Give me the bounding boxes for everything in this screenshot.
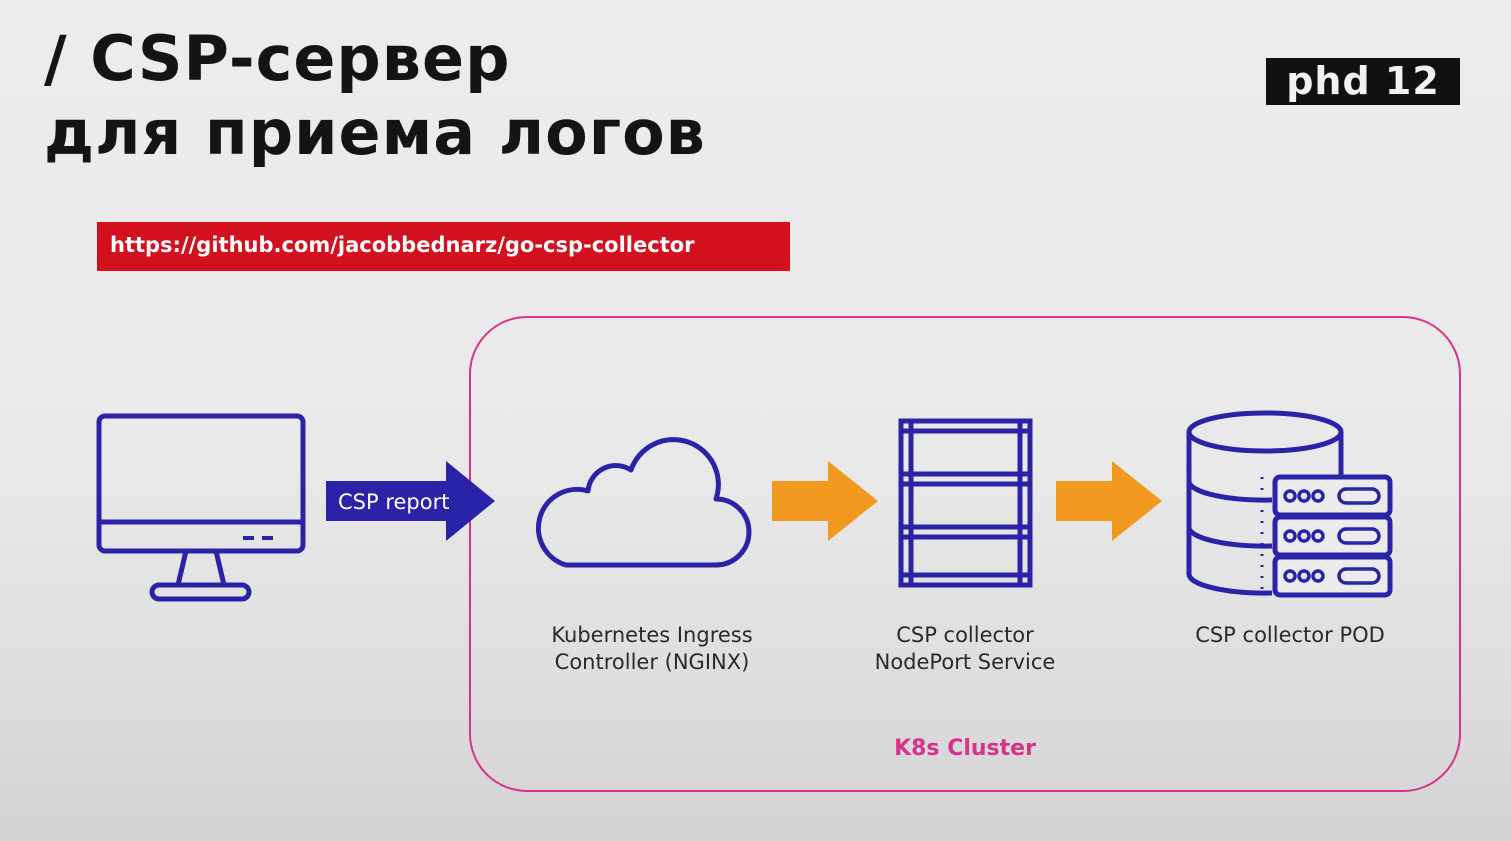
monitor-icon	[96, 413, 306, 602]
flow-arrow-2	[1056, 461, 1162, 541]
csp-report-label: CSP report	[338, 490, 450, 514]
ingress-controller-label: Kubernetes Ingress Controller (NGINX)	[551, 623, 753, 674]
flow-arrow-1	[772, 461, 878, 541]
architecture-diagram	[96, 410, 1393, 602]
cloud-icon	[535, 437, 752, 568]
database-server-icon	[1186, 410, 1393, 598]
nodeport-service-label: CSP collector NodePort Service	[874, 623, 1056, 674]
rack-icon	[898, 418, 1033, 588]
collector-pod-label: CSP collector POD	[1195, 623, 1385, 647]
